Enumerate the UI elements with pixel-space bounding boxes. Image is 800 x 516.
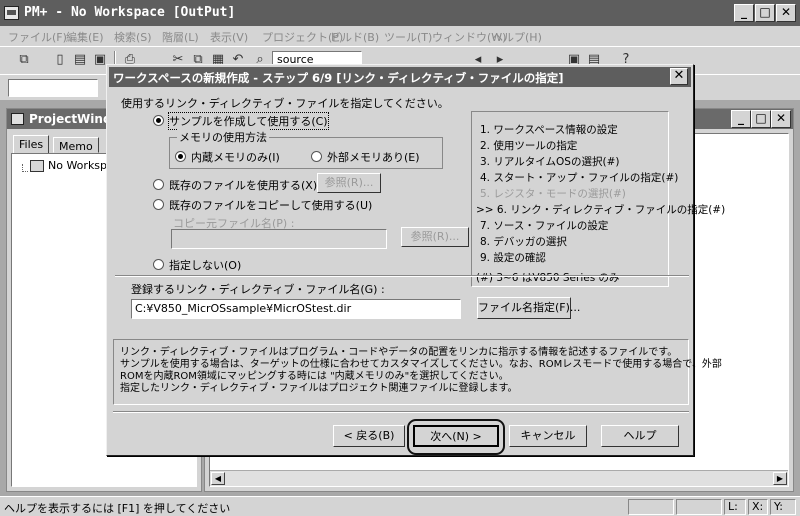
radio-copy-existing-label[interactable]: 既存のファイルをコピーして使用する(U) xyxy=(169,197,372,213)
maximize-button[interactable]: □ xyxy=(755,4,775,22)
radio-existing-file-label[interactable]: 既存のファイルを使用する(X) xyxy=(169,177,317,193)
radio-none[interactable] xyxy=(153,259,164,270)
dialog-title-bar[interactable]: ワークスペースの新規作成 - ステップ 6/9 [リンク・ディレクティブ・ファイ… xyxy=(109,67,691,87)
register-file-label: 登録するリンク・ディレクティブ・ファイル名(G) : xyxy=(131,283,385,296)
step-item: 5. レジスタ・モードの選択(#) xyxy=(480,188,626,200)
config-combo[interactable] xyxy=(8,79,98,97)
dialog-close-button[interactable]: ✕ xyxy=(670,68,688,85)
menu-build[interactable]: ビルド(B) xyxy=(330,29,379,45)
step-item: 7. ソース・ファイルの設定 xyxy=(480,220,609,232)
workspace-icon[interactable]: ⧉ xyxy=(16,52,32,68)
status-cell-empty-2 xyxy=(676,499,722,515)
step-item: 8. デバッガの選択 xyxy=(480,236,567,248)
radio-external-memory-label[interactable]: 外部メモリあり(E) xyxy=(327,149,420,165)
radio-existing-file[interactable] xyxy=(153,179,164,190)
tree-line xyxy=(22,164,28,172)
scroll-left-arrow-icon[interactable]: ◀ xyxy=(211,472,225,485)
status-text: ヘルプを表示するには [F1] を押してください xyxy=(4,502,231,515)
menu-view[interactable]: 表示(V) xyxy=(210,29,248,45)
status-line: L: xyxy=(724,499,746,515)
step-item: 3. リアルタイムOSの選択(#) xyxy=(480,156,620,168)
tab-files[interactable]: Files xyxy=(13,135,50,154)
dialog-title: ワークスペースの新規作成 - ステップ 6/9 [リンク・ディレクティブ・ファイ… xyxy=(113,71,564,85)
menu-bar: ファイル(F) 編集(E) 検索(S) 階層(L) 表示(V) プロジェクト(P… xyxy=(0,26,800,46)
register-file-value: C:¥V850_MicrOSsample¥MicrOStest.dir xyxy=(135,302,352,315)
radio-use-sample-label[interactable]: サンプルを作成して使用する(C) xyxy=(168,112,329,130)
description-panel: リンク・ディレクティブ・ファイルはプログラム・コードやデータの配置をリンカに指示… xyxy=(113,339,722,405)
browse-copy-source-button[interactable]: 参照(R)... xyxy=(401,227,469,247)
menu-tools[interactable]: ツール(T) xyxy=(384,29,432,45)
minimize-button[interactable]: _ xyxy=(734,4,754,22)
tab-memo[interactable]: Memo xyxy=(53,137,99,153)
status-bar: ヘルプを表示するには [F1] を押してください L: X: Y: xyxy=(0,496,800,516)
app-icon xyxy=(4,6,19,20)
status-cell-empty xyxy=(628,499,674,515)
horizontal-scrollbar[interactable]: ◀ ▶ xyxy=(210,470,788,486)
radio-copy-existing[interactable] xyxy=(153,199,164,210)
app-title-bar[interactable]: PM+ - No Workspace [OutPut] _ □ ✕ xyxy=(0,0,800,26)
app-title: PM+ - No Workspace [OutPut] xyxy=(24,5,236,20)
next-button[interactable]: 次へ(N) > xyxy=(413,425,499,447)
menu-search[interactable]: 検索(S) xyxy=(114,29,152,45)
step-item: 4. スタート・アップ・ファイルの指定(#) xyxy=(480,172,679,184)
copy-source-field[interactable] xyxy=(171,229,387,249)
button-divider xyxy=(113,411,689,413)
close-button[interactable]: ✕ xyxy=(776,4,796,22)
menu-edit[interactable]: 編集(E) xyxy=(66,29,104,45)
menu-file[interactable]: ファイル(F) xyxy=(8,29,67,45)
output-close-button[interactable]: ✕ xyxy=(771,110,791,128)
specify-filename-button[interactable]: ファイル名指定(F)... xyxy=(477,297,580,319)
workspace-tree-icon xyxy=(30,160,44,172)
description-line: 指定したリンク・ディレクティブ・ファイルはプロジェクト関連ファイルに登録します。 xyxy=(120,383,518,394)
menu-help[interactable]: ヘルプ(H) xyxy=(492,29,542,45)
radio-internal-memory[interactable] xyxy=(175,151,186,162)
back-button[interactable]: < 戻る(B) xyxy=(333,425,405,447)
open-folder-icon[interactable]: ▤ xyxy=(72,52,88,68)
step-item: 1. ワークスペース情報の設定 xyxy=(480,124,618,136)
project-window-icon xyxy=(11,113,24,125)
cancel-button[interactable]: キャンセル xyxy=(509,425,587,447)
section-divider xyxy=(115,275,689,277)
browse-existing-button[interactable]: 参照(R)... xyxy=(317,173,381,193)
output-maximize-button[interactable]: □ xyxy=(751,110,771,128)
status-x: X: xyxy=(748,499,768,515)
step-item: 9. 設定の確認 xyxy=(480,252,546,264)
radio-none-label[interactable]: 指定しない(O) xyxy=(169,257,241,273)
steps-note: (#) 3~6 はV850 Series のみ xyxy=(476,272,620,284)
new-file-icon[interactable]: ▯ xyxy=(52,52,68,68)
wizard-steps-panel: 1. ワークスペース情報の設定 2. 使用ツールの指定 3. リアルタイムOSの… xyxy=(471,111,725,287)
step-item-current: >> 6. リンク・ディレクティブ・ファイルの指定(#) xyxy=(476,204,726,216)
radio-external-memory[interactable] xyxy=(311,151,322,162)
register-file-field[interactable]: C:¥V850_MicrOSsample¥MicrOStest.dir xyxy=(131,299,461,319)
output-minimize-button[interactable]: _ xyxy=(731,110,751,128)
step-item: 2. 使用ツールの指定 xyxy=(480,140,578,152)
radio-internal-memory-label[interactable]: 内蔵メモリのみ(I) xyxy=(191,149,280,165)
status-y: Y: xyxy=(770,499,796,515)
scroll-right-arrow-icon[interactable]: ▶ xyxy=(773,472,787,485)
memory-usage-group-label: メモリの使用方法 xyxy=(177,129,269,145)
radio-use-sample[interactable] xyxy=(153,115,164,126)
new-workspace-wizard-dialog[interactable]: ワークスペースの新規作成 - ステップ 6/9 [リンク・ディレクティブ・ファイ… xyxy=(106,64,725,456)
instruction-text: 使用するリンク・ディレクティブ・ファイルを指定してください。 xyxy=(121,97,449,110)
menu-hierarchy[interactable]: 階層(L) xyxy=(162,29,199,45)
help-button[interactable]: ヘルプ xyxy=(601,425,679,447)
